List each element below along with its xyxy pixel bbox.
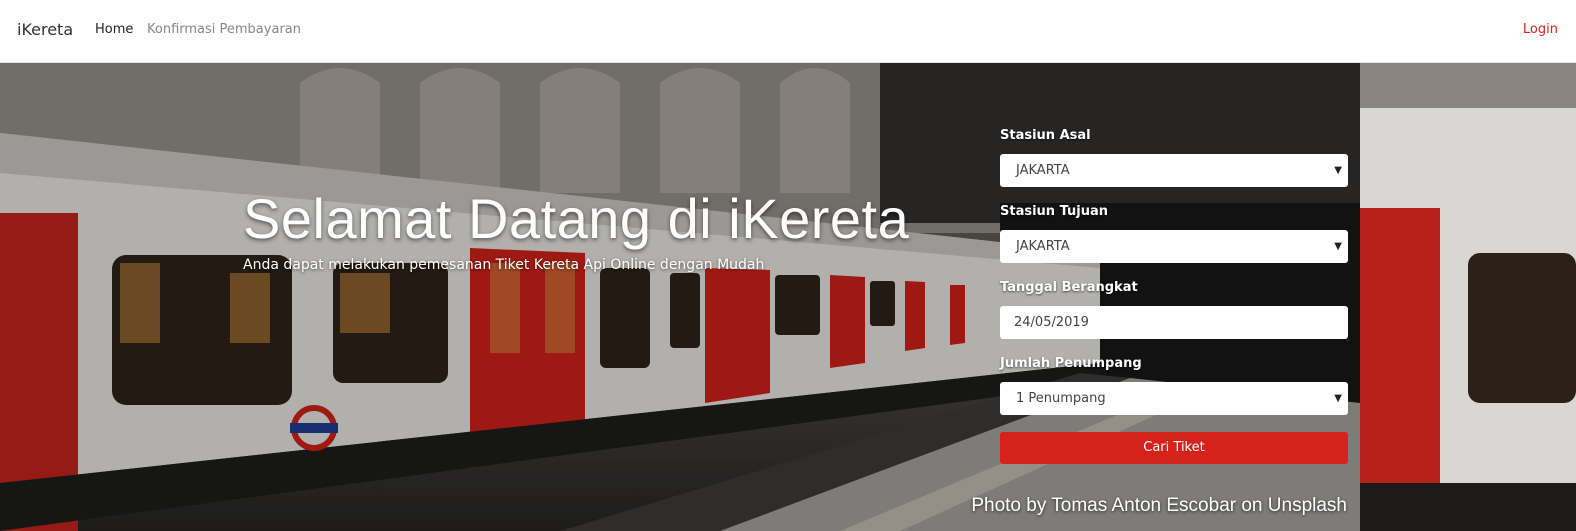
dropdown-caret-icon: ▼: [1334, 241, 1342, 252]
nav-konfirmasi-pembayaran-link[interactable]: Konfirmasi Pembayaran: [147, 22, 301, 37]
departure-date-input[interactable]: 24/05/2019: [1000, 306, 1348, 339]
search-ticket-button[interactable]: Cari Tiket: [1000, 432, 1348, 464]
origin-label: Stasiun Asal: [1000, 128, 1091, 143]
hero-section: Selamat Datang di iKereta Anda dapat mel…: [0, 63, 1576, 531]
passengers-select-value: 1 Penumpang: [1016, 391, 1106, 406]
destination-label: Stasiun Tujuan: [1000, 204, 1109, 219]
passengers-select[interactable]: 1 Penumpang ▼: [1000, 382, 1348, 415]
hero-subtitle: Anda dapat melakukan pemesanan Tiket Ker…: [243, 257, 765, 273]
departure-date-value: 24/05/2019: [1014, 315, 1089, 330]
destination-select-value: JAKARTA: [1016, 239, 1070, 254]
navbar: iKereta Home Konfirmasi Pembayaran Login: [0, 0, 1576, 63]
dropdown-caret-icon: ▼: [1334, 165, 1342, 176]
passengers-label: Jumlah Penumpang: [1000, 356, 1142, 371]
hero-title: Selamat Datang di iKereta: [243, 187, 910, 250]
dropdown-caret-icon: ▼: [1334, 393, 1342, 404]
login-link[interactable]: Login: [1523, 22, 1558, 37]
nav-home-link[interactable]: Home: [95, 22, 133, 37]
departure-date-label: Tanggal Berangkat: [1000, 280, 1138, 295]
brand-logo[interactable]: iKereta: [17, 20, 73, 39]
origin-select-value: JAKARTA: [1016, 163, 1070, 178]
photo-credit: Photo by Tomas Anton Escobar on Unsplash: [971, 495, 1347, 516]
origin-select[interactable]: JAKARTA ▼: [1000, 154, 1348, 187]
destination-select[interactable]: JAKARTA ▼: [1000, 230, 1348, 263]
